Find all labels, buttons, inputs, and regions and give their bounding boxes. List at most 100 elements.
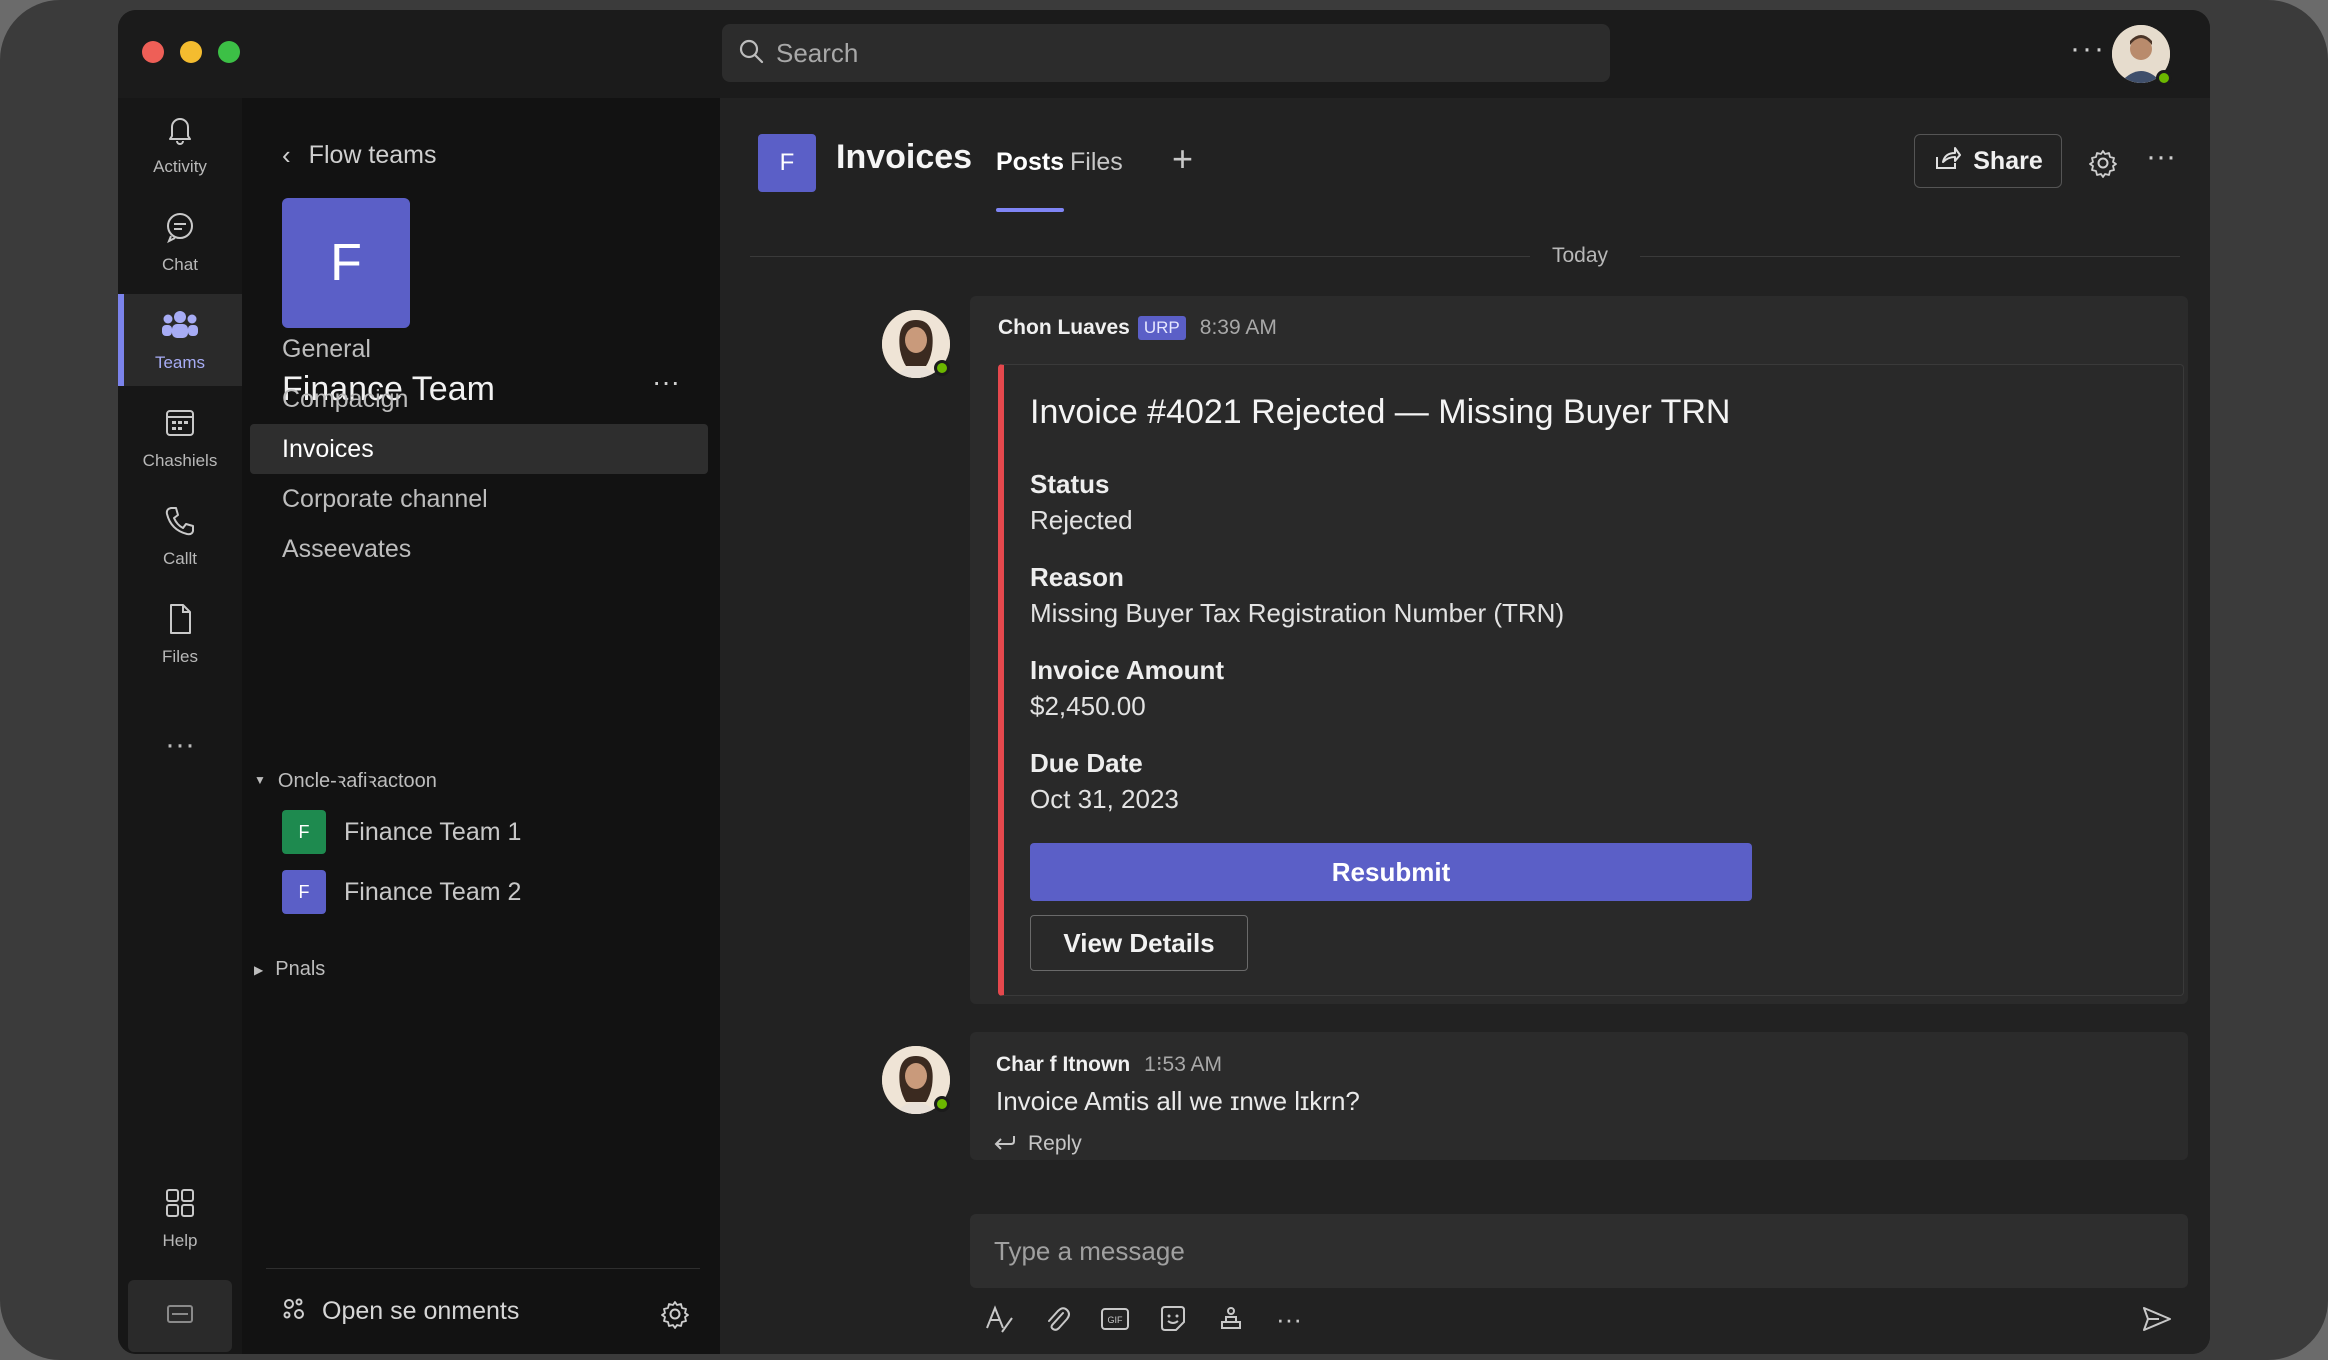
- reply-link[interactable]: Reply: [992, 1132, 1082, 1156]
- chat-icon: [163, 210, 197, 249]
- field-value-due-date: Oct 31, 2023: [1030, 784, 1179, 814]
- field-label-status: Status: [1030, 469, 1110, 499]
- sub-team-avatar: F: [282, 810, 326, 854]
- resubmit-button[interactable]: Resubmit: [1030, 843, 1752, 901]
- channel-avatar: F: [758, 134, 816, 192]
- more-apps-icon[interactable]: ···: [118, 728, 242, 762]
- presence-indicator: [934, 1096, 950, 1112]
- rail-device-button[interactable]: [128, 1280, 232, 1352]
- rail-item-chat[interactable]: Chat: [118, 196, 242, 288]
- add-tab-icon[interactable]: +: [1172, 138, 1193, 180]
- channel-settings-gear-icon[interactable]: [2088, 148, 2118, 183]
- more-options-icon[interactable]: ···: [2070, 32, 2106, 66]
- field-label-amount: Invoice Amount: [1030, 655, 1225, 685]
- channel-asseevates[interactable]: Asseevates: [250, 524, 708, 574]
- attach-icon[interactable]: [1040, 1302, 1074, 1336]
- back-to-teams-link[interactable]: ‹ Flow teams: [282, 140, 436, 171]
- sub-team-name: Finance Team 2: [344, 877, 522, 906]
- send-icon[interactable]: [2140, 1302, 2174, 1336]
- app-window: Search ··· Activity Chat Teams Chashiels…: [118, 10, 2210, 1354]
- tab-posts[interactable]: Posts: [996, 148, 1064, 177]
- gear-icon[interactable]: [660, 1299, 690, 1334]
- maximize-window-button[interactable]: [218, 41, 240, 63]
- praise-icon[interactable]: [1214, 1302, 1248, 1336]
- active-tab-indicator: [996, 208, 1064, 212]
- invoice-adaptive-card: Invoice #4021 Rejected — Missing Buyer T…: [998, 364, 2184, 996]
- rail-item-files[interactable]: Files: [118, 588, 242, 680]
- card-title: Invoice #4021 Rejected — Missing Buyer T…: [1030, 393, 1731, 431]
- rail-label: Teams: [154, 352, 206, 372]
- channel-general[interactable]: General: [250, 324, 708, 374]
- message-card: Chon Luaves URP 8:39 AM Invoice #4021 Re…: [970, 296, 2188, 1004]
- header-more-options-icon[interactable]: ···: [2146, 140, 2176, 174]
- field-value-amount: $2,450.00: [1030, 691, 1146, 721]
- device-icon: [165, 1302, 195, 1331]
- message-meta: Chon Luaves URP 8:39 AM: [998, 316, 1277, 340]
- channel-title: Invoices: [836, 138, 973, 176]
- rail-label: Help: [162, 1230, 198, 1250]
- field-label-reason: Reason: [1030, 562, 1124, 592]
- share-label: Share: [1973, 146, 2043, 175]
- sub-team-finance-2[interactable]: F Finance Team 2: [282, 870, 521, 914]
- rail-item-activity[interactable]: Activity: [118, 98, 242, 190]
- reply-arrow-icon: [992, 1132, 1018, 1156]
- teams-icon: [160, 308, 200, 347]
- sub-team-avatar: F: [282, 870, 326, 914]
- rail-item-calls[interactable]: Callt: [118, 490, 242, 582]
- sub-team-finance-1[interactable]: F Finance Team 1: [282, 810, 521, 854]
- message-card: Char f Itnown 1⁝53 AM Invoice Amtis all …: [970, 1032, 2188, 1160]
- back-label: Flow teams: [308, 141, 437, 169]
- search-icon: [738, 38, 764, 69]
- message-meta: Char f Itnown 1⁝53 AM: [996, 1052, 1222, 1077]
- share-icon: [1933, 145, 1962, 178]
- message-time: 8:39 AM: [1199, 316, 1277, 339]
- day-divider-label: Today: [1552, 244, 1609, 267]
- sticker-icon[interactable]: [1156, 1302, 1190, 1336]
- svg-text:GIF: GIF: [1108, 1315, 1124, 1325]
- chevron-left-icon: ‹: [282, 140, 291, 170]
- app-rail: Activity Chat Teams Chashiels Callt File…: [118, 98, 242, 1354]
- caret-right-icon: ▶: [254, 962, 264, 977]
- message-composer[interactable]: Type a message: [970, 1214, 2188, 1288]
- file-icon: [163, 602, 197, 641]
- author-name[interactable]: Chon Luaves: [998, 316, 1130, 340]
- presence-indicator: [2156, 70, 2172, 86]
- team-panel: ‹ Flow teams F Finance Team ··· General …: [242, 98, 720, 1354]
- footer-link[interactable]: Open se onments: [322, 1297, 519, 1326]
- day-divider-left: [750, 256, 1530, 257]
- tab-files[interactable]: Files: [1070, 148, 1123, 177]
- rail-item-channels[interactable]: Chashiels: [118, 392, 242, 484]
- composer-placeholder: Type a message: [994, 1235, 1185, 1266]
- gif-icon[interactable]: GIF: [1098, 1302, 1132, 1336]
- channel-corporate[interactable]: Corporate channel: [250, 474, 708, 524]
- group-header-pnals[interactable]: ▶ Pnals: [254, 958, 325, 981]
- channel-compacign[interactable]: Compacign: [250, 374, 708, 424]
- rail-label: Chashiels: [142, 450, 218, 470]
- share-button[interactable]: Share: [1914, 134, 2062, 188]
- group-header-oncle-row[interactable]: ▼ Oncle-ꝛafiꝛactoon: [254, 766, 437, 793]
- team-avatar: F: [282, 198, 410, 328]
- close-window-button[interactable]: [142, 41, 164, 63]
- rail-item-teams[interactable]: Teams: [118, 294, 242, 386]
- rail-item-help[interactable]: Help: [118, 1172, 242, 1264]
- minimize-window-button[interactable]: [180, 41, 202, 63]
- format-icon[interactable]: [982, 1302, 1016, 1336]
- more-actions-icon[interactable]: ···: [1272, 1302, 1306, 1336]
- field-value-status: Rejected: [1030, 505, 1133, 535]
- view-details-button[interactable]: View Details: [1030, 915, 1248, 971]
- title-bar: Search ···: [118, 10, 2210, 98]
- author-name[interactable]: Char f Itnown: [996, 1053, 1130, 1077]
- sub-team-name: Finance Team 1: [344, 817, 522, 846]
- rail-label: Chat: [162, 254, 198, 274]
- reply-label: Reply: [1028, 1132, 1082, 1155]
- channel-invoices[interactable]: Invoices: [250, 424, 708, 474]
- rail-label: Callt: [162, 548, 197, 568]
- field-value-reason: Missing Buyer Tax Registration Number (T…: [1030, 598, 1565, 628]
- channel-header: F Invoices Posts Files + Share ···: [720, 98, 2210, 218]
- message-text: Invoice Amtis all we ɪnwe lɪkrn?: [996, 1086, 1360, 1116]
- panel-footer: Open se onments: [266, 1268, 700, 1354]
- group-label: Oncle-ꝛafiꝛactoon: [277, 770, 437, 792]
- search-bar[interactable]: Search: [722, 24, 1610, 82]
- settings-cog-icon[interactable]: [280, 1295, 308, 1328]
- rail-label: Activity: [153, 156, 207, 176]
